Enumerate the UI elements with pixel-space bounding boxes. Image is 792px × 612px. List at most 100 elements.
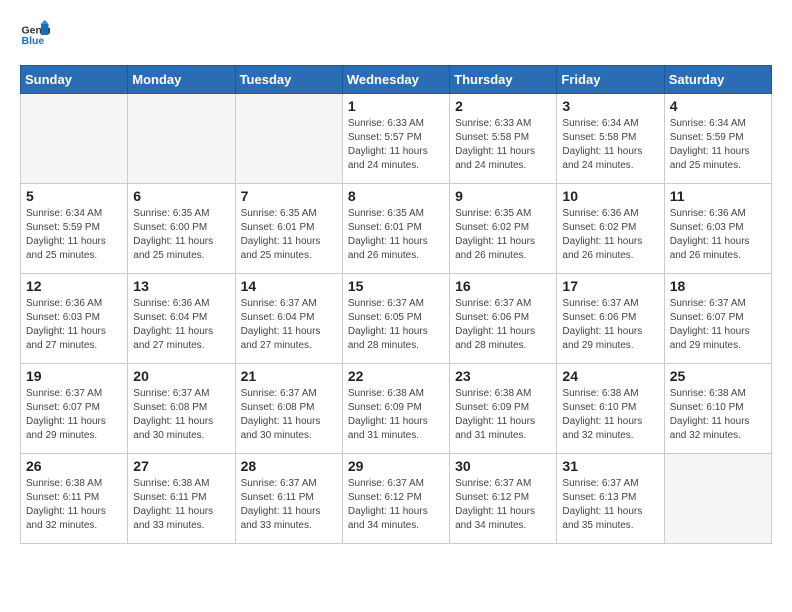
day-number: 13 (133, 278, 229, 294)
day-info: Sunrise: 6:36 AM Sunset: 6:03 PM Dayligh… (670, 207, 766, 263)
day-info: Sunrise: 6:34 AM Sunset: 5:58 PM Dayligh… (562, 117, 658, 173)
day-info: Sunrise: 6:37 AM Sunset: 6:08 PM Dayligh… (241, 387, 337, 443)
day-info: Sunrise: 6:37 AM Sunset: 6:06 PM Dayligh… (455, 297, 551, 353)
day-number: 3 (562, 98, 658, 114)
day-info: Sunrise: 6:38 AM Sunset: 6:10 PM Dayligh… (562, 387, 658, 443)
calendar-week-5: 26 Sunrise: 6:38 AM Sunset: 6:11 PM Dayli… (21, 454, 772, 544)
day-number: 21 (241, 368, 337, 384)
day-info: Sunrise: 6:37 AM Sunset: 6:06 PM Dayligh… (562, 297, 658, 353)
svg-text:Blue: Blue (22, 35, 45, 47)
day-info: Sunrise: 6:36 AM Sunset: 6:02 PM Dayligh… (562, 207, 658, 263)
calendar-cell: 30Sunrise: 6:37 AM Sunset: 6:12 PM Dayli… (450, 454, 557, 544)
calendar-cell: 15Sunrise: 6:37 AM Sunset: 6:05 PM Dayli… (342, 274, 449, 364)
day-number: 19 (26, 368, 122, 384)
day-info: Sunrise: 6:35 AM Sunset: 6:01 PM Dayligh… (241, 207, 337, 263)
day-info: Sunrise: 6:37 AM Sunset: 6:04 PM Dayligh… (241, 297, 337, 353)
day-info: Sunrise: 6:36 AM Sunset: 6:03 PM Dayligh… (26, 297, 122, 353)
calendar-cell: 17 Sunrise: 6:37 AM Sunset: 6:06 PM Dayli… (557, 274, 664, 364)
day-info: Sunrise: 6:35 AM Sunset: 6:01 PM Dayligh… (348, 207, 444, 263)
day-number: 22 (348, 368, 444, 384)
day-number: 5 (26, 188, 122, 204)
calendar-cell (21, 94, 128, 184)
day-number: 16 (455, 278, 551, 294)
calendar-week-1: 1Sunrise: 6:33 AM Sunset: 5:57 PM Daylig… (21, 94, 772, 184)
day-info: Sunrise: 6:35 AM Sunset: 6:02 PM Dayligh… (455, 207, 551, 263)
day-of-week-sunday: Sunday (21, 66, 128, 94)
day-info: Sunrise: 6:38 AM Sunset: 6:09 PM Dayligh… (348, 387, 444, 443)
calendar-cell: 25 Sunrise: 6:38 AM Sunset: 6:10 PM Dayli… (664, 364, 771, 454)
day-number: 17 (562, 278, 658, 294)
calendar-table: SundayMondayTuesdayWednesdayThursdayFrid… (20, 65, 772, 544)
day-number: 26 (26, 458, 122, 474)
day-number: 23 (455, 368, 551, 384)
day-info: Sunrise: 6:38 AM Sunset: 6:10 PM Dayligh… (670, 387, 766, 443)
calendar-cell: 8 Sunrise: 6:35 AM Sunset: 6:01 PM Daylig… (342, 184, 449, 274)
day-number: 29 (348, 458, 444, 474)
day-info: Sunrise: 6:37 AM Sunset: 6:12 PM Dayligh… (348, 477, 444, 533)
calendar-cell: 7 Sunrise: 6:35 AM Sunset: 6:01 PM Daylig… (235, 184, 342, 274)
calendar-cell: 16 Sunrise: 6:37 AM Sunset: 6:06 PM Dayli… (450, 274, 557, 364)
calendar-cell: 20 Sunrise: 6:37 AM Sunset: 6:08 PM Dayli… (128, 364, 235, 454)
day-number: 27 (133, 458, 229, 474)
day-info: Sunrise: 6:38 AM Sunset: 6:11 PM Dayligh… (133, 477, 229, 533)
day-number: 11 (670, 188, 766, 204)
calendar-cell: 3 Sunrise: 6:34 AM Sunset: 5:58 PM Daylig… (557, 94, 664, 184)
day-info: Sunrise: 6:36 AM Sunset: 6:04 PM Dayligh… (133, 297, 229, 353)
calendar-header-row: SundayMondayTuesdayWednesdayThursdayFrid… (21, 66, 772, 94)
day-number: 6 (133, 188, 229, 204)
calendar-cell: 4Sunrise: 6:34 AM Sunset: 5:59 PM Daylig… (664, 94, 771, 184)
calendar-cell (128, 94, 235, 184)
calendar-cell: 11 Sunrise: 6:36 AM Sunset: 6:03 PM Dayli… (664, 184, 771, 274)
day-of-week-monday: Monday (128, 66, 235, 94)
calendar-cell: 29 Sunrise: 6:37 AM Sunset: 6:12 PM Dayli… (342, 454, 449, 544)
day-info: Sunrise: 6:37 AM Sunset: 6:08 PM Dayligh… (133, 387, 229, 443)
day-info: Sunrise: 6:38 AM Sunset: 6:11 PM Dayligh… (26, 477, 122, 533)
day-number: 14 (241, 278, 337, 294)
day-of-week-thursday: Thursday (450, 66, 557, 94)
calendar-cell: 27 Sunrise: 6:38 AM Sunset: 6:11 PM Dayli… (128, 454, 235, 544)
day-number: 8 (348, 188, 444, 204)
day-info: Sunrise: 6:37 AM Sunset: 6:13 PM Dayligh… (562, 477, 658, 533)
calendar-cell: 12Sunrise: 6:36 AM Sunset: 6:03 PM Dayli… (21, 274, 128, 364)
day-number: 18 (670, 278, 766, 294)
calendar-cell (664, 454, 771, 544)
day-info: Sunrise: 6:34 AM Sunset: 5:59 PM Dayligh… (670, 117, 766, 173)
day-number: 1 (348, 98, 444, 114)
day-number: 25 (670, 368, 766, 384)
day-number: 7 (241, 188, 337, 204)
day-number: 31 (562, 458, 658, 474)
day-number: 28 (241, 458, 337, 474)
page-header: General Blue (20, 20, 772, 50)
calendar-cell: 28 Sunrise: 6:37 AM Sunset: 6:11 PM Dayli… (235, 454, 342, 544)
calendar-cell: 14 Sunrise: 6:37 AM Sunset: 6:04 PM Dayli… (235, 274, 342, 364)
day-info: Sunrise: 6:34 AM Sunset: 5:59 PM Dayligh… (26, 207, 122, 263)
calendar-week-3: 12Sunrise: 6:36 AM Sunset: 6:03 PM Dayli… (21, 274, 772, 364)
day-number: 20 (133, 368, 229, 384)
calendar-cell: 10 Sunrise: 6:36 AM Sunset: 6:02 PM Dayli… (557, 184, 664, 274)
logo: General Blue (20, 20, 50, 50)
day-info: Sunrise: 6:37 AM Sunset: 6:07 PM Dayligh… (670, 297, 766, 353)
day-info: Sunrise: 6:37 AM Sunset: 6:11 PM Dayligh… (241, 477, 337, 533)
day-info: Sunrise: 6:38 AM Sunset: 6:09 PM Dayligh… (455, 387, 551, 443)
calendar-week-2: 5 Sunrise: 6:34 AM Sunset: 5:59 PM Daylig… (21, 184, 772, 274)
day-number: 10 (562, 188, 658, 204)
day-info: Sunrise: 6:35 AM Sunset: 6:00 PM Dayligh… (133, 207, 229, 263)
calendar-cell: 1Sunrise: 6:33 AM Sunset: 5:57 PM Daylig… (342, 94, 449, 184)
calendar-cell: 24Sunrise: 6:38 AM Sunset: 6:10 PM Dayli… (557, 364, 664, 454)
day-of-week-wednesday: Wednesday (342, 66, 449, 94)
logo-icon: General Blue (20, 20, 50, 50)
calendar-cell: 9 Sunrise: 6:35 AM Sunset: 6:02 PM Daylig… (450, 184, 557, 274)
day-of-week-saturday: Saturday (664, 66, 771, 94)
day-info: Sunrise: 6:37 AM Sunset: 6:12 PM Dayligh… (455, 477, 551, 533)
calendar-cell: 18 Sunrise: 6:37 AM Sunset: 6:07 PM Dayli… (664, 274, 771, 364)
calendar-cell: 22 Sunrise: 6:38 AM Sunset: 6:09 PM Dayli… (342, 364, 449, 454)
day-number: 15 (348, 278, 444, 294)
calendar-cell: 6 Sunrise: 6:35 AM Sunset: 6:00 PM Daylig… (128, 184, 235, 274)
calendar-cell: 19Sunrise: 6:37 AM Sunset: 6:07 PM Dayli… (21, 364, 128, 454)
calendar-cell: 26 Sunrise: 6:38 AM Sunset: 6:11 PM Dayli… (21, 454, 128, 544)
day-number: 9 (455, 188, 551, 204)
calendar-cell: 2Sunrise: 6:33 AM Sunset: 5:58 PM Daylig… (450, 94, 557, 184)
day-info: Sunrise: 6:33 AM Sunset: 5:58 PM Dayligh… (455, 117, 551, 173)
day-of-week-tuesday: Tuesday (235, 66, 342, 94)
calendar-cell: 21 Sunrise: 6:37 AM Sunset: 6:08 PM Dayli… (235, 364, 342, 454)
